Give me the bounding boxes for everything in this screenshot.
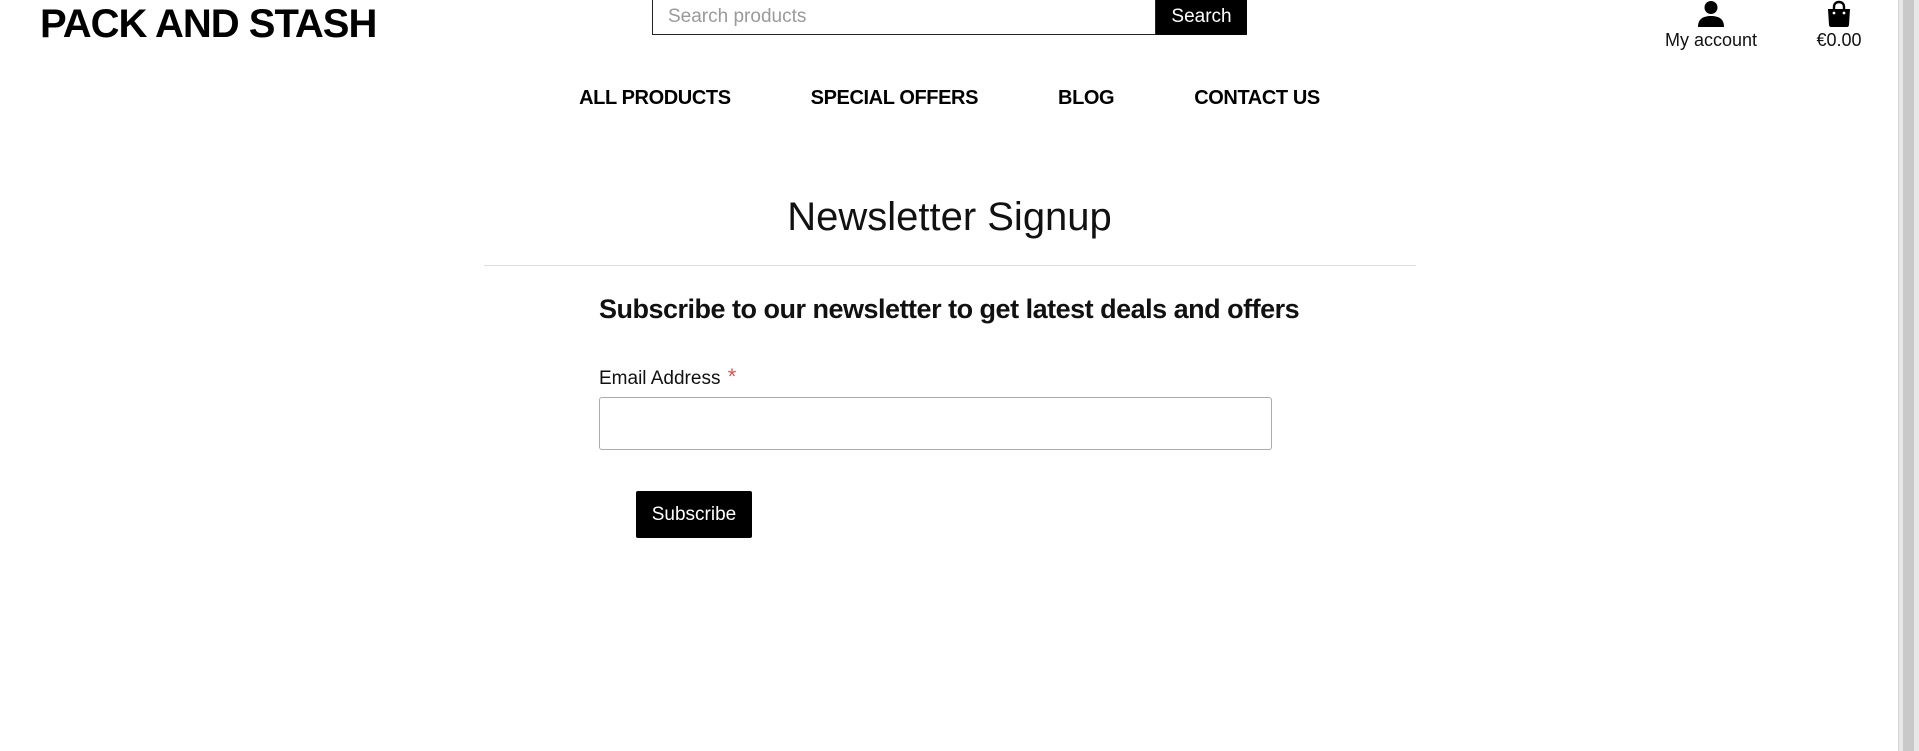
search-form: Search [652, 0, 1247, 35]
subscribe-button[interactable]: Subscribe [636, 491, 752, 538]
title-divider [484, 265, 1416, 266]
required-marker: * [727, 364, 737, 389]
page: PACK AND STASH Search My account €0.00 A… [0, 0, 1919, 751]
search-button[interactable]: Search [1156, 0, 1247, 35]
email-label: Email Address * [599, 364, 736, 390]
nav-special-offers[interactable]: SPECIAL OFFERS [771, 87, 1018, 110]
email-label-text: Email Address [599, 368, 721, 389]
newsletter-subheading: Subscribe to our newsletter to get lates… [599, 294, 1300, 324]
nav-contact-us[interactable]: CONTACT US [1154, 87, 1360, 110]
email-field[interactable] [599, 397, 1272, 450]
nav-all-products[interactable]: ALL PRODUCTS [539, 87, 771, 110]
page-title: Newsletter Signup [787, 195, 1112, 239]
basket-total: €0.00 [1816, 30, 1862, 50]
my-account-label: My account [1664, 30, 1758, 50]
user-icon [1698, 1, 1724, 27]
shopping-bag-icon [1828, 0, 1850, 27]
basket-link[interactable]: €0.00 [1807, 0, 1871, 51]
search-input[interactable] [652, 0, 1156, 35]
vertical-scrollbar[interactable] [1898, 0, 1919, 751]
main-nav: ALL PRODUCTS SPECIAL OFFERS BLOG CONTACT… [0, 87, 1899, 110]
brand-logo[interactable]: PACK AND STASH [40, 2, 377, 46]
nav-blog[interactable]: BLOG [1018, 87, 1154, 110]
my-account-link[interactable]: My account [1660, 0, 1762, 51]
scrollbar-thumb[interactable] [1903, 0, 1914, 751]
